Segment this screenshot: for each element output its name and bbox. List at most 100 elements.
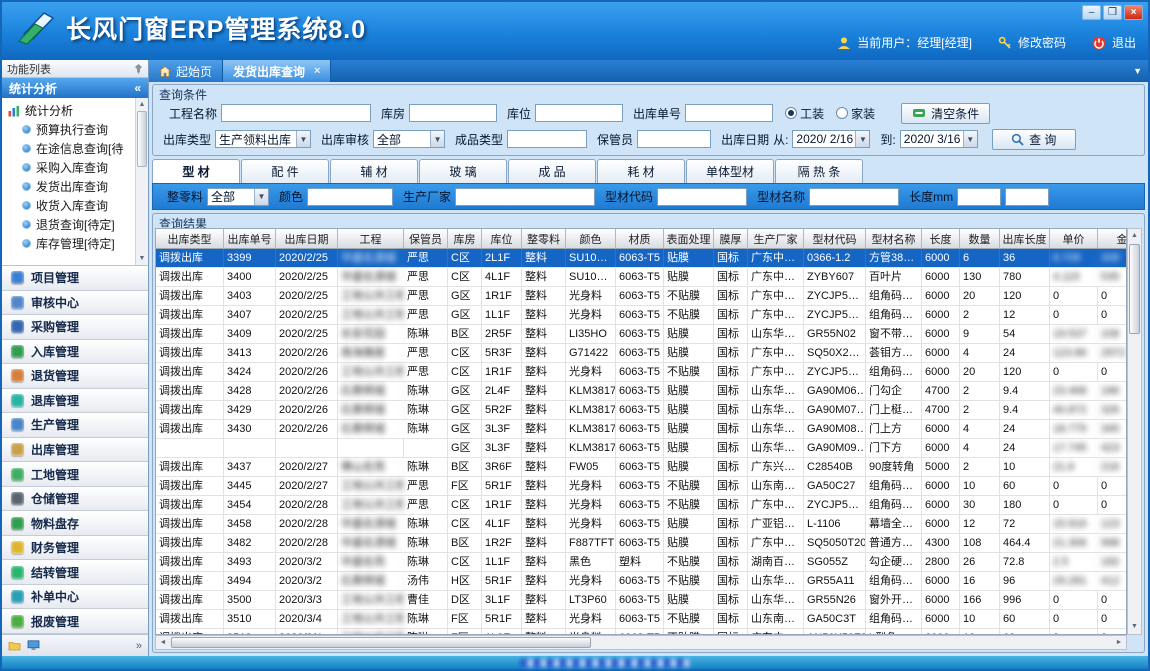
material-tab[interactable]: 配 件 [241,159,329,183]
tree-item[interactable]: 在途信息查询[待 [8,139,148,158]
sidebar-menu-item[interactable]: 物料盘存 [2,511,148,536]
length-max-input[interactable] [1005,188,1049,206]
audit-combo[interactable]: 全部▼ [373,130,445,148]
table-row[interactable]: 调拨出库34942020/3/2石景辉城汤伟H区5R1F整料光身料6063-T5… [156,572,1127,591]
column-header[interactable]: 整零料 [522,229,566,248]
column-header[interactable]: 颜色 [566,229,616,248]
search-button[interactable]: 查 询 [992,129,1076,150]
logout-link[interactable]: 退出 [1112,34,1136,51]
column-header[interactable]: 型材代码 [804,229,866,248]
table-row[interactable]: 调拨出库34282020/2/26石景辉城陈琳G区2L4F整料KLM381760… [156,382,1127,401]
sidebar-menu-item[interactable]: 生产管理 [2,413,148,438]
out-type-combo[interactable]: 生产领料出库▼ [215,130,311,148]
profile-name-input[interactable] [809,188,899,206]
product-type-input[interactable] [507,130,587,148]
column-header[interactable]: 出库类型 [156,229,224,248]
length-min-input[interactable] [957,188,1001,206]
tab-home[interactable]: 起始页 [149,60,223,82]
sidebar-menu-item[interactable]: 仓储管理 [2,487,148,512]
sidebar-menu-item[interactable]: 结转管理 [2,560,148,585]
table-row[interactable]: 调拨出库34132020/2/26南海雅居严思C区5R3F整料G71422606… [156,344,1127,363]
tree-scroll-thumb[interactable] [137,111,147,167]
table-row[interactable]: 调拨出库34302020/2/26石景辉城陈琳G区3L3F整料KLM381760… [156,420,1127,439]
computer-icon[interactable] [27,640,40,651]
keeper-input[interactable] [637,130,711,148]
statistics-section-header[interactable]: 统计分析 « [2,78,148,98]
column-header[interactable]: 表面处理 [664,229,714,248]
profile-code-input[interactable] [657,188,747,206]
column-header[interactable]: 膜厚 [714,229,748,248]
column-header[interactable]: 金额 [1098,229,1127,248]
column-header[interactable]: 型材名称 [866,229,922,248]
location-input[interactable] [535,104,623,122]
tree-root[interactable]: 统计分析 [8,101,148,120]
material-tab[interactable]: 辅 材 [330,159,418,183]
radio-gongzhuang[interactable] [785,107,797,119]
date-to-picker[interactable]: 2020/ 3/16▼ [900,130,978,148]
material-tab[interactable]: 耗 材 [597,159,685,183]
column-header[interactable]: 出库单号 [224,229,276,248]
table-row[interactable]: 调拨出库34582020/2/28华盛名源城陈琳C区4L1F整料光身料6063-… [156,515,1127,534]
tree-item[interactable]: 发货出库查询 [8,177,148,196]
sidebar-menu-item[interactable]: 补单中心 [2,585,148,610]
sidebar-menu-item[interactable]: 报废管理 [2,609,148,634]
order-no-input[interactable] [685,104,773,122]
h-scroll-thumb[interactable] [171,637,591,648]
sidebar-menu-item[interactable]: 财务管理 [2,536,148,561]
column-header[interactable]: 材质 [616,229,664,248]
pin-icon[interactable] [134,64,143,74]
column-header[interactable]: 库位 [482,229,522,248]
table-row[interactable]: 调拨出库34242020/2/26工地公共工程严思C区1R1F整料光身料6063… [156,363,1127,382]
date-from-picker[interactable]: 2020/ 2/16▼ [792,130,870,148]
sidebar-menu-item[interactable]: 出库管理 [2,438,148,463]
column-header[interactable]: 工程 [338,229,404,248]
tab-list-arrow-icon[interactable]: ▼ [1133,66,1142,76]
sidebar-menu-item[interactable]: 退库管理 [2,389,148,414]
whole-part-combo[interactable]: 全部▼ [207,188,269,206]
material-tab[interactable]: 单体型材 [686,159,774,183]
column-header[interactable]: 生产厂家 [748,229,804,248]
table-row[interactable]: 调拨出库34542020/2/28工地公共工程严思C区1R1F整料光身料6063… [156,496,1127,515]
column-header[interactable]: 长度 [922,229,960,248]
v-scroll-thumb[interactable] [1129,244,1140,334]
sidebar-menu-item[interactable]: 退货管理 [2,364,148,389]
table-row[interactable]: 调拨出库34092020/2/25长安花园陈琳B区2R5F整料LI35HO606… [156,325,1127,344]
table-row[interactable]: 调拨出库34002020/2/25华盛名源城严思C区4L1F整料SU10…606… [156,268,1127,287]
sidebar-menu-item[interactable]: 入库管理 [2,340,148,365]
sidebar-menu-item[interactable]: 审核中心 [2,291,148,316]
tree-item[interactable]: 收货入库查询 [8,196,148,215]
tree-item[interactable]: 预算执行查询 [8,120,148,139]
tab-shipment-outbound-query[interactable]: 发货出库查询 × [223,60,331,82]
column-header[interactable]: 出库长度 [1000,229,1050,248]
table-row[interactable]: 调拨出库34452020/2/27工地公共工程严思F区5R1F整料光身料6063… [156,477,1127,496]
tab-close-icon[interactable]: × [314,65,320,77]
close-button[interactable]: × [1124,5,1143,20]
material-tab[interactable]: 隔 热 条 [775,159,863,183]
material-tab[interactable]: 型 材 [152,159,240,183]
minimize-button[interactable]: – [1082,5,1101,20]
overflow-chevron-icon[interactable]: » [136,640,142,652]
material-tab[interactable]: 玻 璃 [419,159,507,183]
color-input[interactable] [307,188,393,206]
column-header[interactable]: 出库日期 [276,229,338,248]
change-password-link[interactable]: 修改密码 [1018,34,1066,51]
table-row[interactable]: 调拨出库34072020/2/25工地公共工程严思G区1L1F整料光身料6063… [156,306,1127,325]
column-header[interactable]: 数量 [960,229,1000,248]
tree-item[interactable]: 采购入库查询 [8,158,148,177]
maximize-button[interactable]: ❐ [1103,5,1122,20]
warehouse-input[interactable] [409,104,497,122]
folder-icon[interactable] [8,640,21,651]
table-row[interactable]: G区3L3F整料KLM38176063-T5贴膜国标山东华…GA90M09…门下… [156,439,1127,458]
table-row[interactable]: 调拨出库33992020/2/25华盛名源城严思C区2L1F整料SU10…606… [156,249,1127,268]
table-row[interactable]: 调拨出库34032020/2/25工地公共工程严思G区1R1F整料光身料6063… [156,287,1127,306]
table-row[interactable]: 调拨出库34292020/2/26石景辉城陈琳G区5R2F整料KLM381760… [156,401,1127,420]
sidebar-menu-item[interactable]: 工地管理 [2,462,148,487]
vertical-scrollbar[interactable]: ▲▼ [1127,228,1142,635]
column-header[interactable]: 单价 [1050,229,1098,248]
project-name-input[interactable] [221,104,371,122]
sidebar-menu-item[interactable]: 项目管理 [2,266,148,291]
maker-input[interactable] [455,188,595,206]
table-row[interactable]: 调拨出库35002020/3/3工地公共工程曹佳D区3L1F整料LT3P6060… [156,591,1127,610]
table-row[interactable]: 调拨出库34372020/2/27佛山名苑陈琳B区3R6F整料FW056063-… [156,458,1127,477]
tree-item[interactable]: 退货查询[待定] [8,215,148,234]
